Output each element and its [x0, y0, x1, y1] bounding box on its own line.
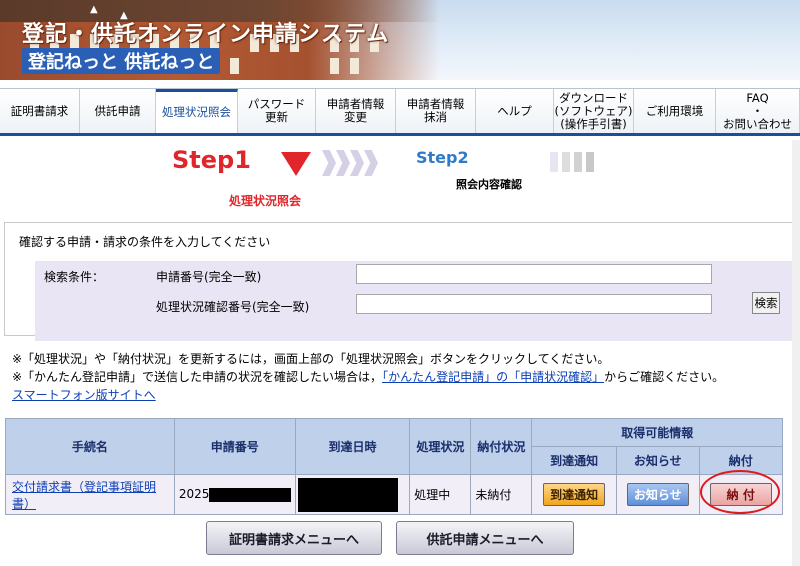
step-bar-icon [562, 152, 570, 172]
arrival-cell [294, 474, 411, 515]
nav-item-3[interactable]: パスワード 更新 [238, 89, 316, 133]
scrollbar[interactable] [792, 140, 800, 566]
cert-menu-button[interactable]: 証明書請求メニューへ [206, 521, 382, 555]
th-notice: お知らせ [615, 446, 700, 475]
procedure-cell: 交付請求書（登記事項証明書） [5, 474, 175, 515]
note-kantan-suffix: からご確認ください。 [604, 370, 725, 384]
app-number-cell: 2025 [173, 474, 296, 515]
step-bar-icon [574, 152, 582, 172]
redaction-block [209, 487, 292, 502]
th-payment-status: 納付状況 [470, 418, 533, 475]
status-number-input[interactable] [356, 294, 712, 314]
results-table: 手続名 申請番号 到達日時 処理状況 納付状況 取得可能情報 到達通知 お知らせ… [5, 418, 783, 515]
app-number-label: 申請番号(完全一致) [156, 270, 262, 284]
step-chevron-icon [350, 150, 364, 176]
step-chevron-icon [364, 150, 378, 176]
nav-item-6[interactable]: ヘルプ [476, 89, 554, 133]
step-bar-icon [586, 152, 594, 172]
app-number-value: 2025 [178, 487, 210, 502]
nav-item-0[interactable]: 証明書請求 [0, 89, 80, 133]
highlight-circle [700, 470, 780, 514]
step-chevron-icon [322, 150, 336, 176]
step1-sub: 処理状況照会 [229, 194, 302, 208]
notice-cell: お知らせ [615, 474, 700, 515]
status-number-label: 処理状況確認番号(完全一致) [156, 300, 310, 314]
main-nav: 証明書請求 供託申請 処理状況照会 パスワード 更新 申請者情報 変更 申請者情報 抹消ヘ… [0, 88, 800, 136]
procedure-link[interactable]: 交付請求書（登記事項証明書） [12, 480, 156, 511]
nav-item-9[interactable]: FAQ ・ お問い合わせ [716, 89, 800, 133]
note-kantan-prefix: ※「かんたん登記申請」で送信した申請の状況を確認したい場合は， [12, 370, 383, 384]
kantan-status-link[interactable]: 「かんたん登記申請」の「申請状況確認」 [382, 370, 604, 384]
table-row: 交付請求書（登記事項証明書） 2025 処理中 未納付 到達通知 お知らせ 納 … [5, 474, 783, 515]
step-arrow-down-icon [281, 152, 311, 176]
smartphone-site-link-wrap: スマートフォン版サイトへ [12, 386, 156, 403]
step1-label: Step1 [172, 146, 251, 174]
th-procedure: 手続名 [5, 418, 175, 475]
smartphone-site-link[interactable]: スマートフォン版サイトへ [12, 388, 156, 402]
step2-sub: 照会内容確認 [456, 178, 522, 191]
nav-item-5[interactable]: 申請者情報 抹消 [396, 89, 476, 133]
th-status: 処理状況 [409, 418, 472, 475]
th-arrival-notice: 到達通知 [531, 446, 617, 475]
nav-item-4[interactable]: 申請者情報 変更 [316, 89, 396, 133]
redaction-block [297, 477, 398, 512]
search-condition-label: 検索条件： [44, 270, 105, 284]
th-app-number: 申請番号 [173, 418, 296, 475]
th-available-info: 取得可能情報 [531, 418, 783, 447]
search-title: 確認する申請・請求の条件を入力してください [19, 235, 271, 249]
deposit-menu-button[interactable]: 供託申請メニューへ [396, 521, 574, 555]
nav-item-7[interactable]: ダウンロード (ソフトウェア) (操作手引書) [554, 89, 634, 133]
nav-item-2[interactable]: 処理状況照会 [156, 89, 238, 133]
payment-status-cell: 未納付 [470, 474, 533, 515]
arrival-notice-cell: 到達通知 [531, 474, 617, 515]
note-refresh: ※「処理状況」や「納付状況」を更新するには，画面上部の「処理状況照会」ボタンをク… [12, 352, 610, 366]
site-subtitle: 登記ねっと 供託ねっと [22, 48, 221, 74]
th-arrival: 到達日時 [294, 418, 411, 475]
arrival-notice-button[interactable]: 到達通知 [543, 483, 606, 506]
step-chevron-icon [336, 150, 350, 176]
status-cell: 処理中 [409, 474, 472, 515]
notice-button[interactable]: お知らせ [626, 483, 689, 506]
note-kantan: ※「かんたん登記申請」で送信した申請の状況を確認したい場合は，「かんたん登記申請… [12, 368, 724, 385]
nav-item-1[interactable]: 供託申請 [80, 89, 156, 133]
bird-icon: ▲ [90, 4, 98, 15]
site-title: 登記・供託オンライン申請システム [22, 22, 390, 47]
site-banner: ▲ ▲ 登記・供託オンライン申請システム 登記ねっと 供託ねっと [0, 0, 800, 80]
nav-item-8[interactable]: ご利用環境 [634, 89, 716, 133]
step-bar-icon [550, 152, 558, 172]
step2-label: Step2 [416, 148, 469, 167]
search-button[interactable]: 検索 [752, 292, 780, 314]
app-number-input[interactable] [356, 264, 712, 284]
